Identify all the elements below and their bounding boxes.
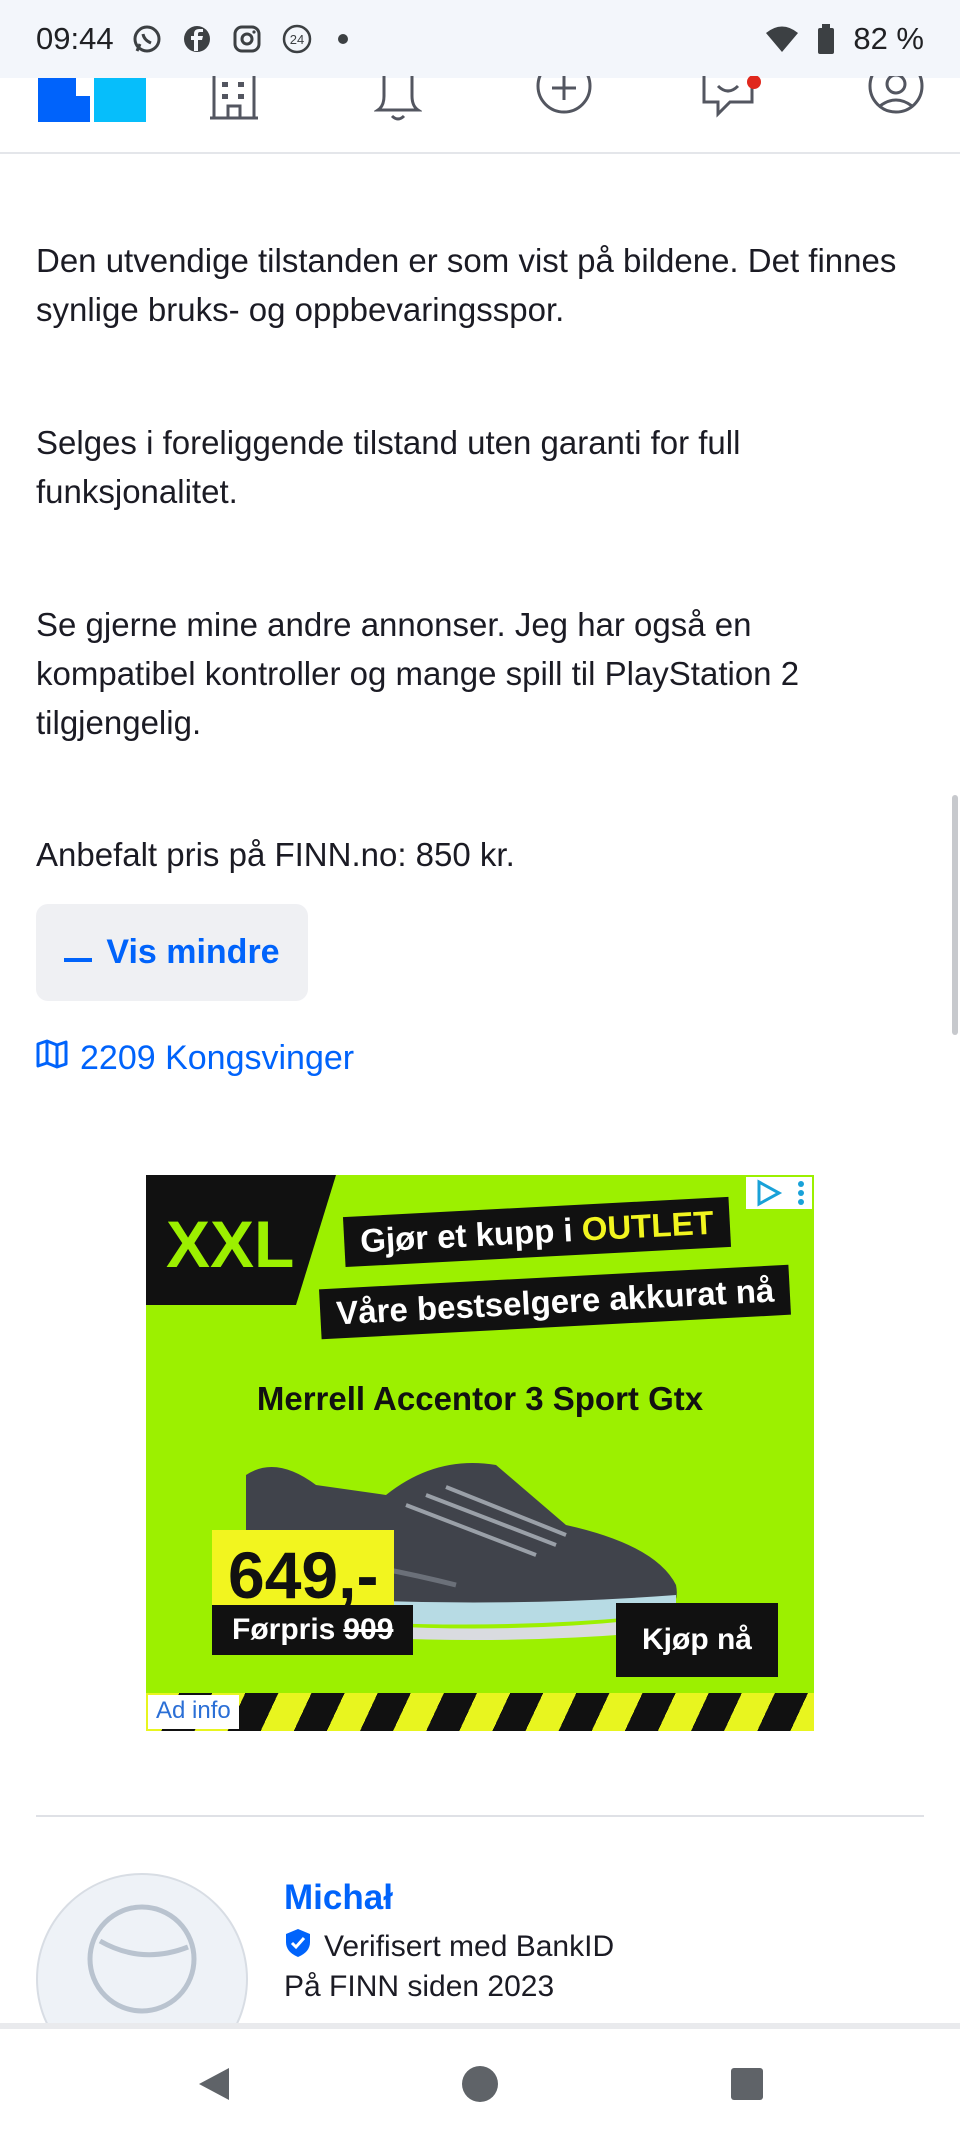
instagram-icon xyxy=(230,22,264,56)
verified-text: Verifisert med BankID xyxy=(324,1930,615,1963)
adchoices-icon[interactable] xyxy=(746,1177,812,1209)
show-less-button[interactable]: Vis mindre xyxy=(36,904,308,1001)
nav-new-ad-plus-icon[interactable] xyxy=(536,76,592,122)
battery-level: 82 % xyxy=(853,21,924,56)
battery-icon xyxy=(809,22,843,56)
location-text: 2209 Kongsvinger xyxy=(80,1039,355,1077)
more-notifications-dot xyxy=(337,34,348,44)
status-time: 09:44 xyxy=(36,21,114,56)
description-paragraph: Se gjerne mine andre annonser. Jeg har o… xyxy=(36,606,800,741)
app-nav-bar xyxy=(0,76,960,154)
outlet-highlight: OUTLET xyxy=(580,1203,715,1248)
ad-outlet-banner: Gjør et kupp i OUTLET xyxy=(342,1196,731,1268)
svg-text:24: 24 xyxy=(289,32,303,47)
buy-now-button[interactable]: Kjøp nå xyxy=(616,1603,778,1677)
seller-name[interactable]: Michał xyxy=(284,1878,393,1918)
section-divider xyxy=(36,1815,924,1817)
back-icon[interactable] xyxy=(182,2053,244,2115)
finn-logo[interactable] xyxy=(38,78,146,122)
home-icon[interactable] xyxy=(449,2053,511,2115)
description-paragraph: Den utvendige tilstanden er som vist på … xyxy=(36,242,897,328)
status-bar: 09:44 24 82 % xyxy=(0,0,960,78)
news24-icon: 24 xyxy=(280,22,314,56)
ad-product-title: Merrell Accentor 3 Sport Gtx xyxy=(256,1380,704,1417)
description-paragraph: Anbefalt pris på FINN.no: 850 kr. xyxy=(36,836,515,873)
whatsapp-icon xyxy=(130,22,164,56)
nav-notifications-bell-icon[interactable] xyxy=(372,76,424,122)
verified-shield-icon xyxy=(284,1928,312,1966)
ad-info-link[interactable]: Ad info xyxy=(148,1695,239,1729)
messages-unread-badge xyxy=(747,76,761,89)
nav-profile-icon[interactable] xyxy=(868,76,924,122)
ad-bestsellers-banner: Våre bestselgere akkurat nå xyxy=(319,1264,792,1340)
svg-text:XXL: XXL xyxy=(166,1207,294,1281)
nav-my-finn-building-icon[interactable] xyxy=(206,76,262,122)
recents-icon[interactable] xyxy=(716,2053,778,2115)
description-paragraph: Selges i foreliggende tilstand uten gara… xyxy=(36,424,741,510)
seller-member-since: På FINN siden 2023 xyxy=(284,1970,555,2003)
ad-previous-price: Førpris 909 xyxy=(212,1605,414,1655)
ad-stripes xyxy=(146,1693,814,1731)
minus-icon xyxy=(64,933,93,972)
show-less-label: Vis mindre xyxy=(106,933,280,971)
location-link[interactable]: 2209 Kongsvinger xyxy=(36,1039,354,1078)
nav-messages-icon[interactable] xyxy=(700,76,764,122)
system-navigation-bar xyxy=(0,2023,960,2133)
seller-verified: Verifisert med BankID xyxy=(284,1928,614,1966)
xxl-logo-panel: XXL xyxy=(146,1175,336,1305)
facebook-icon xyxy=(180,22,214,56)
map-icon xyxy=(36,1039,68,1078)
scrollbar[interactable] xyxy=(952,795,958,1035)
xxl-advertisement[interactable]: XXL Gjør et kupp i OUTLET Våre bestselge… xyxy=(146,1175,814,1731)
wifi-icon xyxy=(765,22,799,56)
